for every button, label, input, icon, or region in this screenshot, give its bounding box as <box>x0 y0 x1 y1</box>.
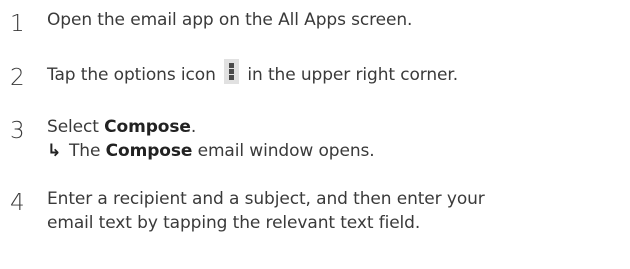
step-2-text-before-icon: Tap the options icon <box>47 65 216 85</box>
step-number: 2 <box>10 65 25 91</box>
step-text: Open the email app on the All Apps scree… <box>47 8 624 32</box>
compose-term: Compose <box>104 117 191 137</box>
step-3-suffix: . <box>190 117 197 137</box>
result-prefix: The <box>69 141 106 161</box>
step-3-result: ↳ The Compose email window opens. <box>47 139 624 163</box>
instruction-page: 1 Open the email app on the All Apps scr… <box>0 0 630 269</box>
step-3-instruction: Select Compose. <box>47 115 624 139</box>
step-number: 4 <box>10 190 25 216</box>
compose-term: Compose <box>105 141 193 161</box>
options-menu-icon <box>224 59 240 84</box>
step-text: Tap the options icon in the upper right … <box>47 59 624 87</box>
step-2-text-after-icon: in the upper right corner. <box>247 65 459 85</box>
step-4-line-1: Enter a recipient and a subject, and the… <box>47 189 485 209</box>
step-text: Enter a recipient and a subject, and the… <box>47 187 624 235</box>
step-number: 3 <box>10 118 25 144</box>
step-3-prefix: Select <box>47 117 105 137</box>
step-1-text: Open the email app on the All Apps scree… <box>47 10 413 30</box>
step-number: 1 <box>10 11 25 37</box>
step-text: Select Compose. ↳ The Compose email windo… <box>47 115 624 163</box>
result-arrow-icon: ↳ <box>47 141 62 161</box>
result-suffix: email window opens. <box>192 141 375 161</box>
step-4-line-2: email text by tapping the relevant text … <box>47 213 421 233</box>
